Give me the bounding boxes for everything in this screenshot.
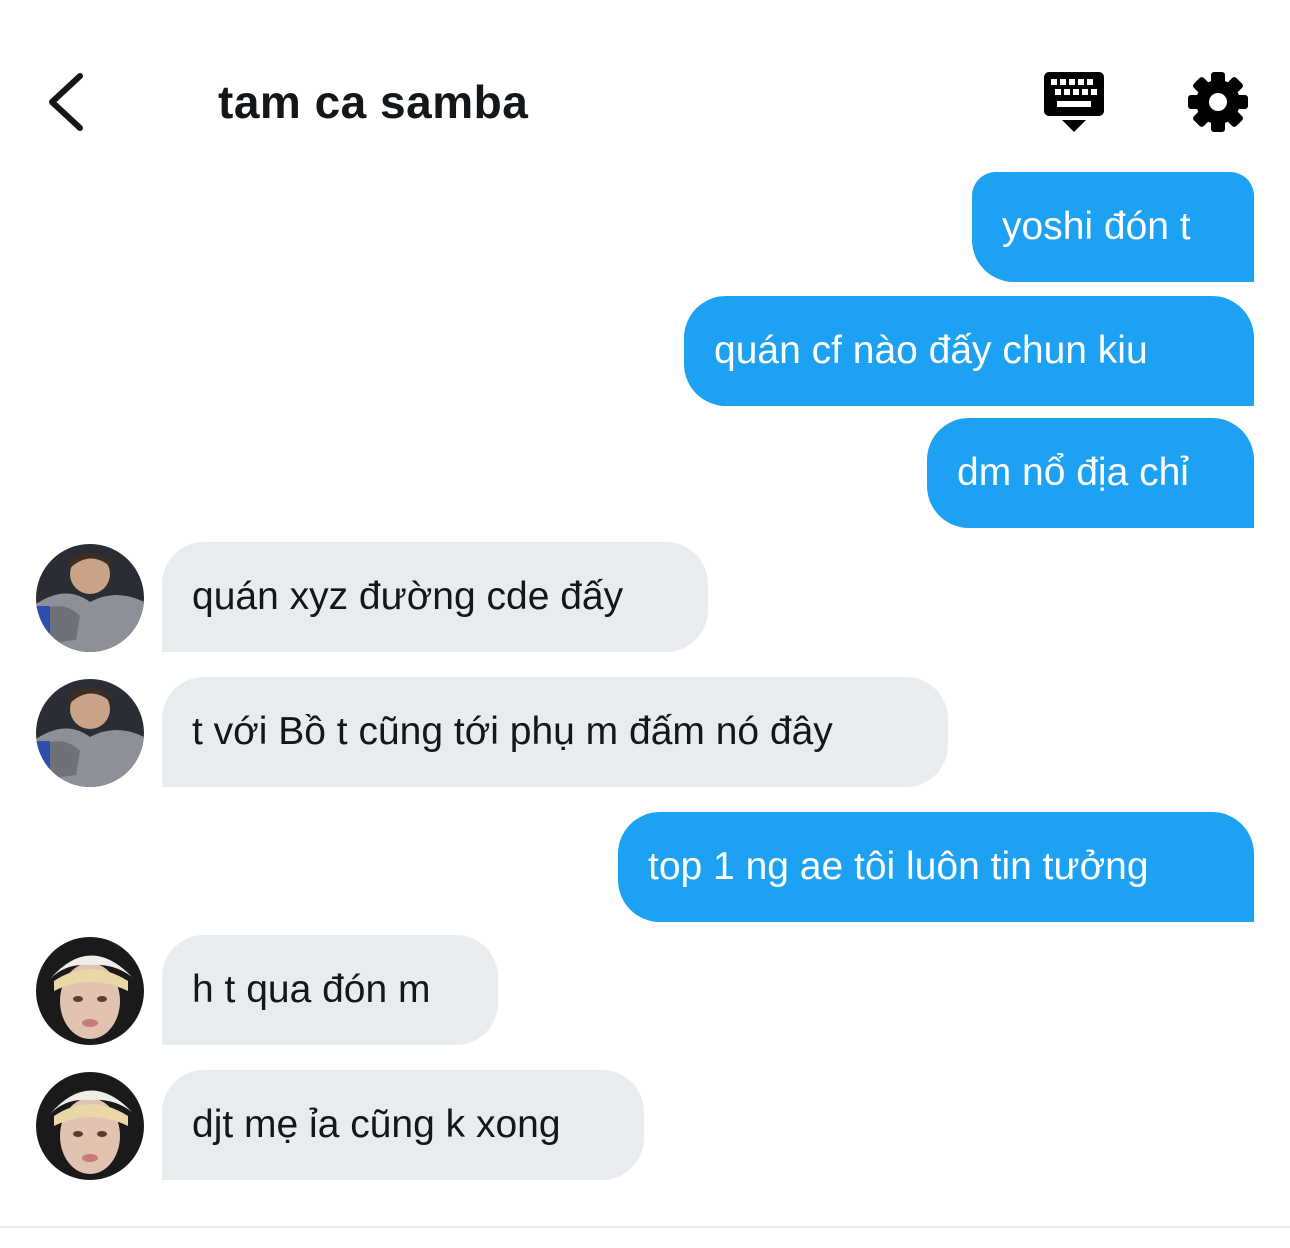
conversation-header: tam ca samba	[0, 0, 1290, 180]
sent-message-bubble[interactable]: quán cf nào đấy chun kiu	[684, 296, 1254, 406]
sent-message-bubble[interactable]: top 1 ng ae tôi luôn tin tưởng	[618, 812, 1254, 922]
avatar-photo-2	[36, 937, 144, 1045]
avatar[interactable]	[36, 937, 144, 1045]
avatar-photo-1	[36, 679, 144, 787]
gear-icon	[1188, 72, 1248, 132]
avatar[interactable]	[36, 679, 144, 787]
sent-message-bubble[interactable]: dm nổ địa chỉ	[927, 418, 1254, 528]
conversation-title: tam ca samba	[218, 76, 529, 128]
keyboard-button[interactable]	[1040, 70, 1108, 136]
back-button[interactable]	[40, 66, 100, 138]
sent-message-bubble[interactable]: yoshi đón t	[972, 172, 1254, 282]
received-message-bubble[interactable]: quán xyz đường cde đấy	[162, 542, 708, 652]
avatar[interactable]	[36, 1072, 144, 1180]
avatar-photo-1	[36, 544, 144, 652]
keyboard-icon	[1044, 72, 1104, 132]
composer-divider	[0, 1226, 1290, 1228]
settings-button[interactable]	[1186, 70, 1250, 134]
chevron-left-icon	[49, 73, 83, 131]
received-message-bubble[interactable]: h t qua đón m	[162, 935, 498, 1045]
received-message-bubble[interactable]: djt mẹ ỉa cũng k xong	[162, 1070, 644, 1180]
avatar-photo-2	[36, 1072, 144, 1180]
received-message-bubble[interactable]: t với Bồ t cũng tới phụ m đấm nó đây	[162, 677, 948, 787]
avatar[interactable]	[36, 544, 144, 652]
